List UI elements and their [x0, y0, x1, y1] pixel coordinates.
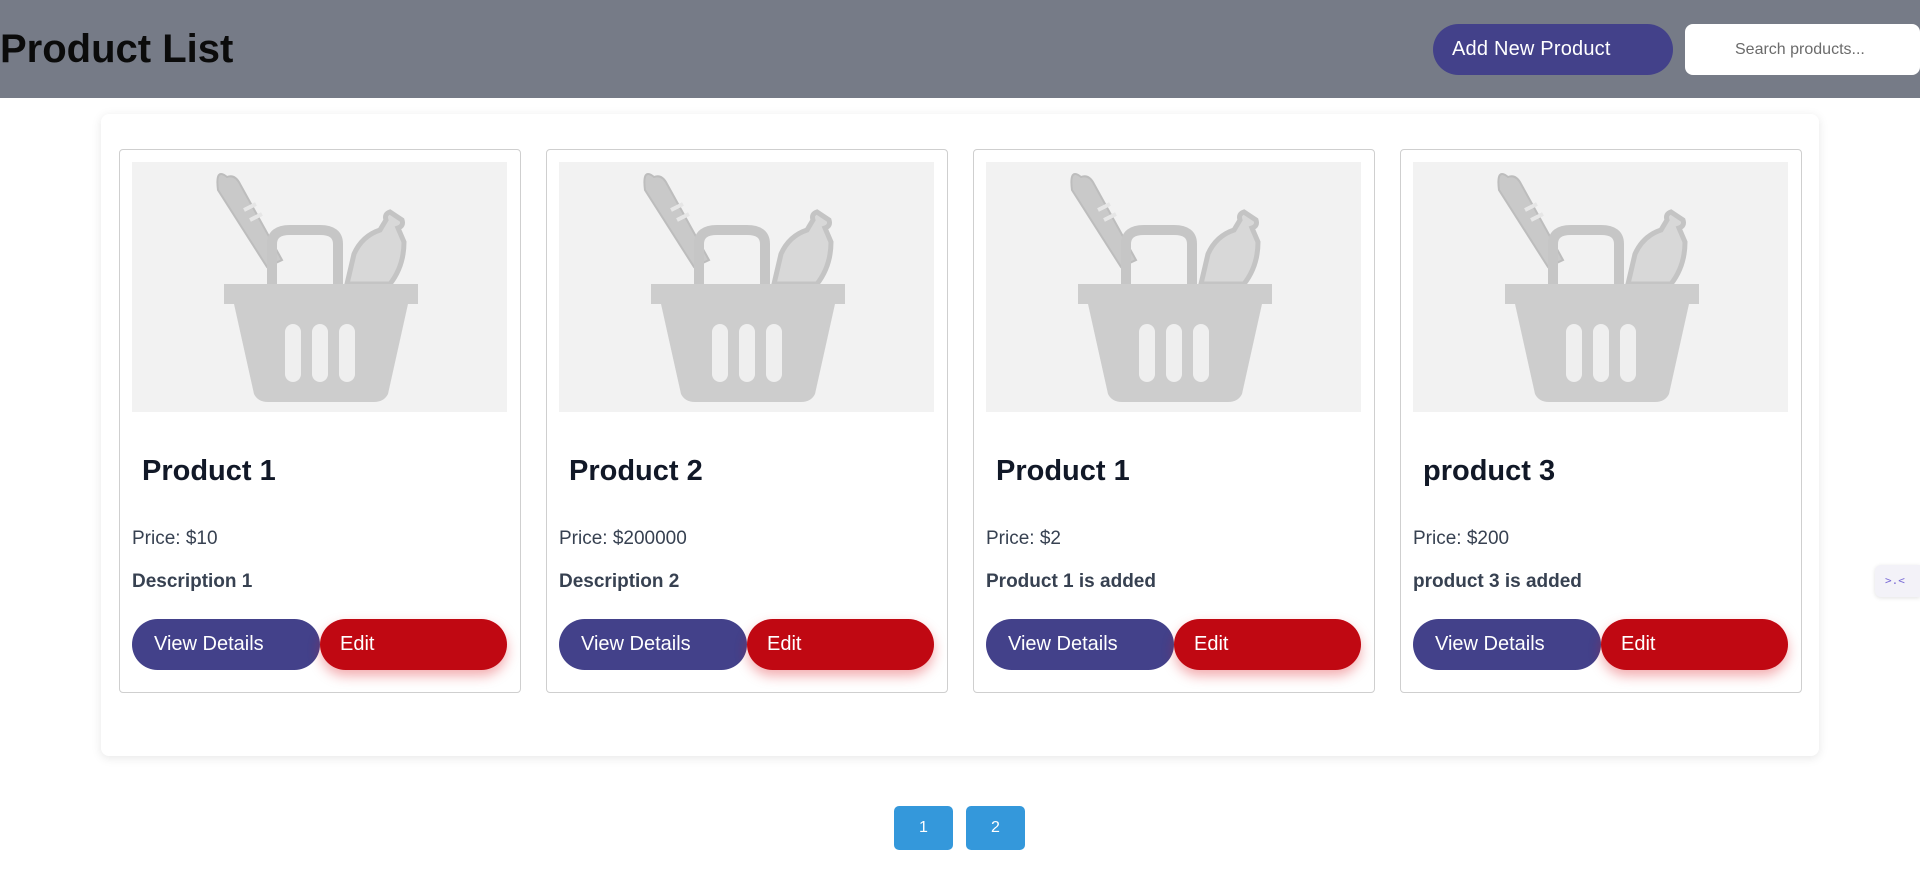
edit-button[interactable]: Edit [747, 619, 934, 670]
product-price: Price: $200000 [559, 528, 687, 549]
product-card: Product 1 Price: $10 Description 1 View … [119, 149, 521, 693]
shopping-basket-icon [216, 173, 418, 402]
product-description: Description 1 [132, 571, 253, 592]
product-image [1413, 162, 1788, 412]
shopping-basket-icon [643, 173, 845, 402]
product-name: Product 2 [569, 455, 703, 487]
shopping-basket-icon [1070, 173, 1272, 402]
product-description: Product 1 is added [986, 571, 1156, 592]
product-description: Description 2 [559, 571, 680, 592]
search-input[interactable] [1685, 24, 1920, 75]
top-header: Product List Add New Product [0, 0, 1920, 98]
product-name: Product 1 [142, 455, 276, 487]
product-name: Product 1 [996, 455, 1130, 487]
add-new-product-button[interactable]: Add New Product [1433, 24, 1673, 75]
edit-button[interactable]: Edit [320, 619, 507, 670]
product-card: Product 1 Price: $2 Product 1 is added V… [973, 149, 1375, 693]
page-title: Product List [0, 27, 234, 71]
view-details-button[interactable]: View Details [132, 619, 320, 670]
collapse-arrows-icon[interactable]: >.< [1875, 565, 1920, 597]
page-1-button[interactable]: 1 [894, 806, 953, 850]
product-price: Price: $10 [132, 528, 218, 549]
product-card: product 3 Price: $200 product 3 is added… [1400, 149, 1802, 693]
product-image [559, 162, 934, 412]
page-2-button[interactable]: 2 [966, 806, 1025, 850]
product-price: Price: $2 [986, 528, 1061, 549]
view-details-button[interactable]: View Details [559, 619, 747, 670]
edit-button[interactable]: Edit [1601, 619, 1788, 670]
shopping-basket-icon [1497, 173, 1699, 402]
product-image [986, 162, 1361, 412]
product-image [132, 162, 507, 412]
view-details-button[interactable]: View Details [986, 619, 1174, 670]
view-details-button[interactable]: View Details [1413, 619, 1601, 670]
product-description: product 3 is added [1413, 571, 1582, 592]
product-card: Product 2 Price: $200000 Description 2 V… [546, 149, 948, 693]
product-price: Price: $200 [1413, 528, 1510, 549]
edit-button[interactable]: Edit [1174, 619, 1361, 670]
product-name: product 3 [1423, 455, 1556, 487]
